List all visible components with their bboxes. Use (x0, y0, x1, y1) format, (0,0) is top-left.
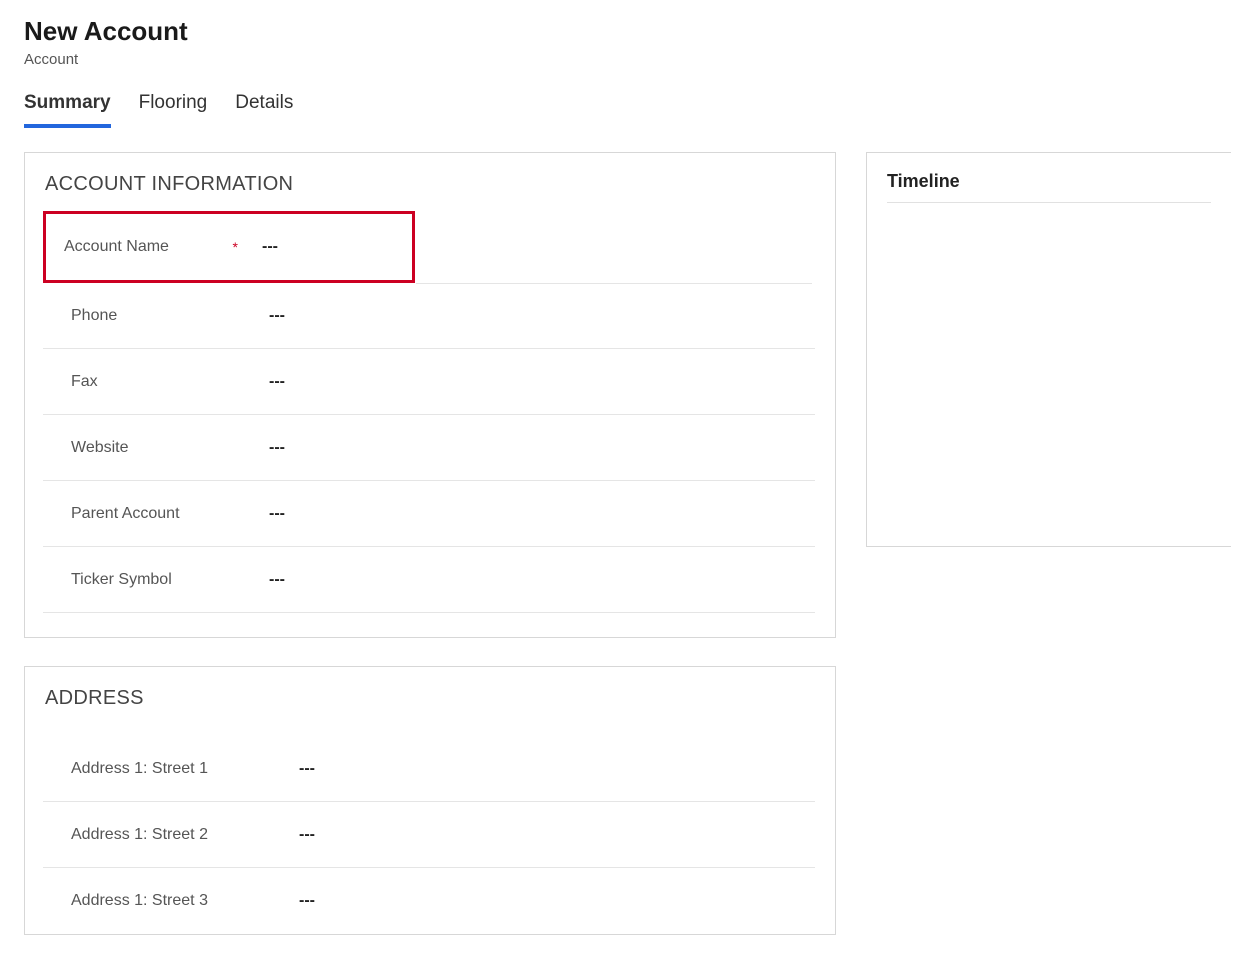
field-value-website[interactable]: --- (269, 439, 805, 457)
field-ticker-symbol[interactable]: Ticker Symbol --- (43, 547, 815, 613)
section-title-address: ADDRESS (45, 687, 815, 710)
field-parent-account[interactable]: Parent Account --- (43, 481, 815, 547)
tab-bar: Summary Flooring Details (0, 92, 1255, 128)
required-marker-icon: * (233, 239, 238, 255)
field-label-parent-account: Parent Account (71, 505, 180, 523)
address-section: ADDRESS Address 1: Street 1 --- Address … (24, 666, 836, 935)
field-label-website: Website (71, 439, 129, 457)
field-label-phone: Phone (71, 307, 117, 325)
field-value-account-name[interactable]: --- (262, 238, 402, 256)
field-label-fax: Fax (71, 373, 98, 391)
entity-type-label: Account (24, 51, 1231, 68)
tab-summary[interactable]: Summary (24, 92, 111, 128)
page-title: New Account (24, 16, 1231, 47)
field-label-address1-street3: Address 1: Street 3 (71, 892, 208, 910)
field-value-parent-account[interactable]: --- (269, 505, 805, 523)
timeline-panel: Timeline (866, 152, 1231, 547)
field-value-ticker-symbol[interactable]: --- (269, 571, 805, 589)
tab-flooring[interactable]: Flooring (139, 92, 208, 128)
field-address1-street3[interactable]: Address 1: Street 3 --- (43, 868, 815, 934)
field-fax[interactable]: Fax --- (43, 349, 815, 415)
timeline-title: Timeline (887, 171, 1211, 203)
field-value-address1-street3[interactable]: --- (299, 892, 805, 910)
field-address1-street2[interactable]: Address 1: Street 2 --- (43, 802, 815, 868)
tab-details[interactable]: Details (235, 92, 293, 128)
section-title-account-info: ACCOUNT INFORMATION (45, 173, 815, 196)
field-value-address1-street2[interactable]: --- (299, 826, 805, 844)
account-information-section: ACCOUNT INFORMATION Account Name * --- P… (24, 152, 836, 638)
field-phone[interactable]: Phone --- (43, 283, 815, 349)
field-label-address1-street2: Address 1: Street 2 (71, 826, 208, 844)
field-account-name[interactable]: Account Name * --- (43, 211, 415, 283)
field-value-phone[interactable]: --- (269, 307, 805, 325)
field-label-address1-street1: Address 1: Street 1 (71, 760, 208, 778)
field-address1-street1[interactable]: Address 1: Street 1 --- (43, 736, 815, 802)
field-label-ticker-symbol: Ticker Symbol (71, 571, 172, 589)
field-value-address1-street1[interactable]: --- (299, 760, 805, 778)
field-value-fax[interactable]: --- (269, 373, 805, 391)
field-label-account-name: Account Name (64, 238, 169, 256)
field-website[interactable]: Website --- (43, 415, 815, 481)
